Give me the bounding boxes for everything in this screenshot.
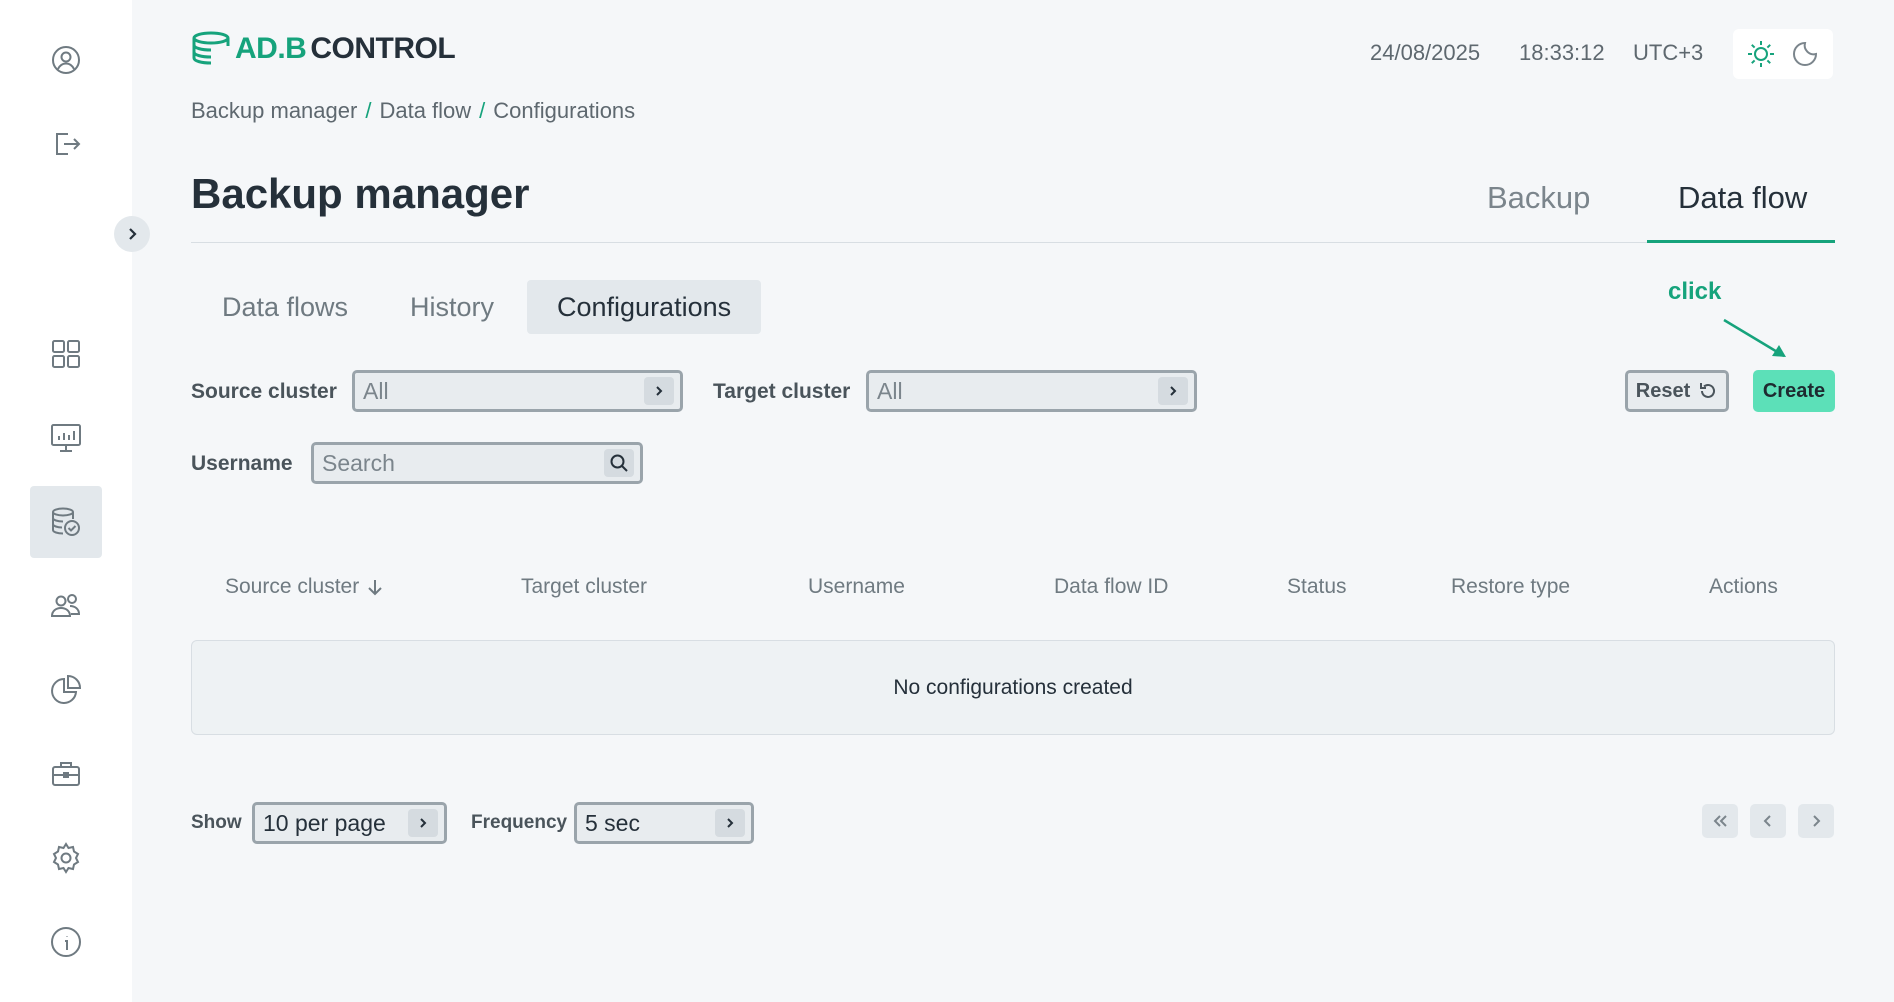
logo-text-secondary: CONTROL <box>310 32 456 65</box>
profile-button[interactable] <box>30 24 102 96</box>
chevron-right-icon <box>644 377 674 405</box>
database-check-icon <box>52 507 80 536</box>
chevron-right-icon <box>1813 815 1821 827</box>
header-time: 18:33:12 <box>1519 40 1605 65</box>
briefcase-icon <box>52 762 80 786</box>
breadcrumb-separator: / <box>365 98 372 123</box>
create-button[interactable]: Create <box>1753 370 1835 412</box>
tab-data-flow[interactable]: Data flow <box>1678 180 1807 216</box>
sidebar <box>0 0 132 1002</box>
chevron-right-icon <box>129 228 137 240</box>
column-header-label: Restore type <box>1451 575 1571 598</box>
sidebar-item-reports[interactable] <box>30 654 102 726</box>
sidebar-expand-button[interactable] <box>114 216 150 252</box>
previous-page-button[interactable] <box>1750 804 1786 838</box>
column-header-status[interactable]: Status <box>1287 575 1347 599</box>
reset-button[interactable]: Reset <box>1625 370 1729 412</box>
breadcrumb-item-current: Configurations <box>493 98 636 123</box>
next-page-button[interactable] <box>1798 804 1834 838</box>
column-header-label: Data flow ID <box>1054 575 1169 598</box>
tabs-divider <box>191 242 1835 243</box>
subtab-data-flows[interactable]: Data flows <box>192 280 378 334</box>
click-annotation: click <box>1668 278 1722 305</box>
theme-toggle <box>1733 29 1833 79</box>
logo-mark-icon <box>192 31 230 65</box>
active-tab-indicator <box>1647 240 1835 243</box>
users-icon <box>50 594 81 617</box>
frequency-label: Frequency <box>471 812 568 833</box>
sidebar-item-dashboard[interactable] <box>30 318 102 390</box>
column-header-target-cluster[interactable]: Target cluster <box>521 575 647 599</box>
app-logo[interactable]: AD.B CONTROL <box>191 30 456 68</box>
search-icon <box>610 454 628 472</box>
chevron-right-icon <box>1158 377 1188 405</box>
chevrons-left-icon <box>1713 815 1727 827</box>
column-header-label: Source cluster <box>225 575 360 598</box>
target-cluster-label: Target cluster <box>713 380 851 403</box>
breadcrumb-separator: / <box>479 98 486 123</box>
source-cluster-select[interactable]: All <box>352 370 683 412</box>
pie-chart-icon <box>51 674 82 704</box>
monitor-chart-icon <box>51 424 81 452</box>
page-title: Backup manager <box>191 170 530 217</box>
source-cluster-value: All <box>363 377 389 404</box>
light-theme-button[interactable] <box>1743 36 1779 72</box>
column-header-username[interactable]: Username <box>808 575 905 599</box>
logo-text-primary: AD.B <box>235 32 307 65</box>
grid-icon <box>52 340 80 368</box>
reset-icon <box>1700 383 1716 398</box>
page-size-value: 10 per page <box>263 809 386 836</box>
sidebar-item-users[interactable] <box>30 570 102 642</box>
empty-table-message: No configurations created <box>191 640 1835 735</box>
first-page-button[interactable] <box>1702 804 1738 838</box>
breadcrumb-item[interactable]: Data flow <box>379 98 471 124</box>
moon-icon <box>1793 41 1818 66</box>
info-icon <box>51 927 81 957</box>
logout-button[interactable] <box>30 108 102 180</box>
user-icon <box>52 46 80 74</box>
sidebar-item-backup-manager[interactable] <box>30 486 102 558</box>
column-header-label: Target cluster <box>521 575 648 598</box>
breadcrumb-item[interactable]: Backup manager <box>191 98 357 124</box>
show-label: Show <box>191 812 242 833</box>
column-header-source-cluster[interactable]: Source cluster <box>225 575 385 599</box>
breadcrumb: Backup manager / Data flow / Configurati… <box>191 98 635 124</box>
chevron-right-icon <box>408 809 438 837</box>
search-button[interactable] <box>604 449 634 477</box>
column-header-actions: Actions <box>1709 575 1778 599</box>
sun-icon <box>1748 41 1774 67</box>
column-header-data-flow-id[interactable]: Data flow ID <box>1054 575 1168 599</box>
reset-label: Reset <box>1635 379 1691 402</box>
sidebar-item-settings[interactable] <box>30 822 102 894</box>
source-cluster-label: Source cluster <box>191 380 337 403</box>
sidebar-item-monitoring[interactable] <box>30 402 102 474</box>
header-date: 24/08/2025 <box>1370 40 1481 65</box>
header-timezone: UTC+3 <box>1633 40 1704 65</box>
username-search-field[interactable]: Search <box>311 442 643 484</box>
sidebar-item-info[interactable] <box>30 906 102 978</box>
annotation-arrow-icon <box>1723 318 1786 358</box>
chevron-right-icon <box>715 809 745 837</box>
page-size-select[interactable]: 10 per page <box>252 802 447 844</box>
chevron-left-icon <box>1763 815 1771 827</box>
target-cluster-select[interactable]: All <box>866 370 1197 412</box>
dark-theme-button[interactable] <box>1787 36 1823 72</box>
subtab-configurations[interactable]: Configurations <box>527 280 762 334</box>
frequency-value: 5 sec <box>585 809 640 836</box>
logout-icon <box>56 133 81 155</box>
column-header-restore-type[interactable]: Restore type <box>1451 575 1570 599</box>
sort-down-icon <box>368 580 382 596</box>
gear-icon <box>52 842 80 874</box>
username-search-input[interactable]: Search <box>322 450 604 477</box>
tab-backup[interactable]: Backup <box>1487 180 1590 216</box>
column-header-label: Username <box>808 575 905 598</box>
target-cluster-value: All <box>877 377 903 404</box>
subtab-history[interactable]: History <box>380 280 524 334</box>
column-header-label: Actions <box>1709 575 1778 598</box>
username-label: Username <box>191 452 293 475</box>
sidebar-item-tools[interactable] <box>30 738 102 810</box>
column-header-label: Status <box>1287 575 1347 598</box>
frequency-select[interactable]: 5 sec <box>574 802 754 844</box>
